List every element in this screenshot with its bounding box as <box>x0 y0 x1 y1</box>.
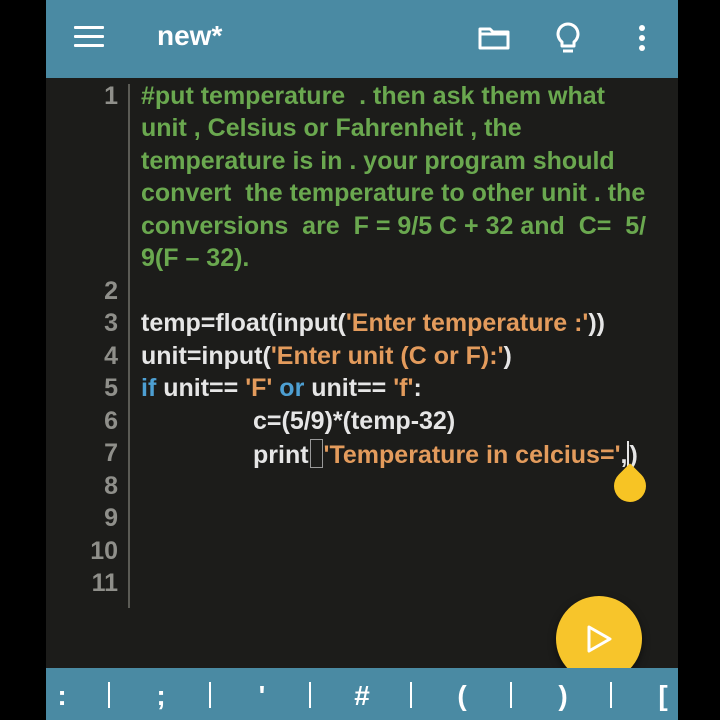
code-comment-line: unit , Celsius or Fahrenheit , the <box>141 114 522 142</box>
line-number: 8 <box>104 472 118 500</box>
code-line-4: unit=input('Enter unit (C or F):') <box>141 342 512 371</box>
string-literal: 'Temperature in celcius=' <box>323 441 621 469</box>
symbol-key[interactable]: # <box>342 680 382 712</box>
code-comment-line: 9(F – 32). <box>141 244 250 272</box>
code-line-7: print 'Temperature in celcius=',) <box>253 439 638 470</box>
string-literal: 'F' <box>245 374 273 402</box>
symbol-key[interactable]: ; <box>141 680 181 712</box>
symbol-toolbar: : ; ' # ( ) [ <box>46 668 678 720</box>
code-comment-line: convert the temperature to other unit . … <box>141 179 646 207</box>
code-line-6: c=(5/9)*(temp-32) <box>253 407 456 435</box>
symbol-key[interactable]: ' <box>242 680 282 712</box>
line-number: 7 <box>104 439 118 467</box>
line-number: 5 <box>104 374 118 402</box>
code-token: unit== <box>156 374 246 402</box>
separator <box>209 682 211 708</box>
code-comment-line: temperature is in . your program should <box>141 147 615 175</box>
separator <box>410 682 412 708</box>
line-number: 11 <box>91 569 118 597</box>
keyword: or <box>272 374 312 402</box>
code-comment-line: #put temperature . then ask them what <box>141 82 605 110</box>
keyword: if <box>141 374 157 402</box>
line-number: 10 <box>90 537 118 565</box>
separator <box>610 682 612 708</box>
code-token: , <box>620 441 628 469</box>
code-token: unit== <box>311 374 394 402</box>
lightbulb-icon[interactable] <box>550 20 586 56</box>
code-line-5: if unit== 'F' or unit== 'f': <box>141 374 422 403</box>
symbol-key[interactable]: : <box>46 680 82 712</box>
line-number: 1 <box>104 82 118 110</box>
code-editor[interactable]: 1 2 3 4 5 6 7 8 9 10 11 #put temperature… <box>46 78 678 668</box>
line-number: 2 <box>104 277 118 305</box>
code-token: temp=float(input( <box>141 309 346 337</box>
line-number: 4 <box>104 342 118 370</box>
gutter-divider <box>128 84 130 608</box>
line-number: 9 <box>104 504 118 532</box>
string-literal: 'f' <box>393 374 414 402</box>
symbol-key[interactable]: [ <box>643 680 678 712</box>
cursor-handle[interactable] <box>607 463 653 509</box>
more-vert-icon[interactable] <box>624 20 660 56</box>
separator <box>510 682 512 708</box>
code-token: print <box>253 441 309 469</box>
bracket-match-highlight <box>309 439 323 468</box>
app-toolbar: new* <box>46 0 678 78</box>
code-token: )) <box>588 309 606 337</box>
code-token: ) <box>503 342 512 370</box>
symbol-key[interactable]: ( <box>442 680 482 712</box>
code-line-3: temp=float(input('Enter temperature :')) <box>141 309 605 338</box>
separator <box>108 682 110 708</box>
separator <box>309 682 311 708</box>
line-number: 6 <box>104 407 118 435</box>
editor-screen: new* 1 2 3 4 5 6 7 8 9 10 11 #put temper… <box>46 0 678 720</box>
menu-icon[interactable] <box>74 24 104 48</box>
line-number: 3 <box>104 309 118 337</box>
code-token: : <box>413 374 422 402</box>
code-token: unit=input( <box>141 342 271 370</box>
string-literal: 'Enter temperature :' <box>345 309 589 337</box>
folder-icon[interactable] <box>476 20 512 56</box>
string-literal: 'Enter unit (C or F):' <box>270 342 504 370</box>
code-comment-line: conversions are F = 9/5 C + 32 and C= 5/ <box>141 212 647 240</box>
play-icon <box>587 625 612 653</box>
symbol-key[interactable]: ) <box>543 680 583 712</box>
file-title: new* <box>157 20 223 51</box>
